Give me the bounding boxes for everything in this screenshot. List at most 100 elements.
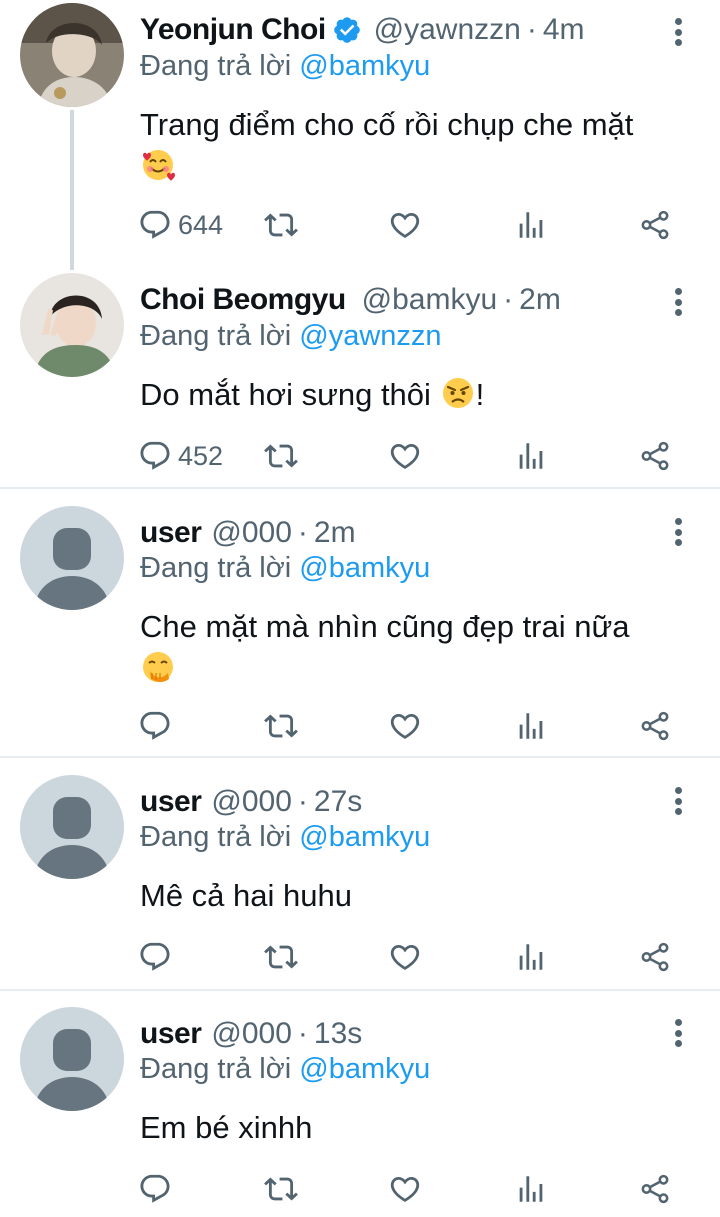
reply-button[interactable]: 644	[138, 205, 223, 245]
handle[interactable]: @000	[211, 785, 292, 819]
tweet[interactable]: user @000 · 13s Đang trả lời @bamkyu Em …	[0, 1007, 720, 1217]
reply-mention-link[interactable]: @bamkyu	[299, 552, 430, 584]
like-icon	[388, 940, 422, 974]
retweet-button[interactable]	[264, 436, 298, 476]
reply-icon	[138, 439, 172, 473]
display-name[interactable]: user	[140, 516, 202, 550]
reply-mention-link[interactable]: @yawnzzn	[299, 320, 441, 352]
analytics-icon	[514, 1172, 548, 1206]
analytics-icon	[514, 709, 548, 743]
share-button[interactable]	[638, 436, 672, 476]
like-icon	[388, 439, 422, 473]
handle[interactable]: @yawnzzn	[374, 13, 521, 47]
reply-button[interactable]: 452	[138, 436, 223, 476]
timestamp[interactable]: 4m	[543, 13, 585, 47]
smiling-face-with-hearts-icon	[143, 150, 175, 181]
more-icon[interactable]	[666, 284, 690, 320]
like-button[interactable]	[388, 706, 422, 746]
analytics-icon	[514, 208, 548, 242]
tweet[interactable]: Choi Beomgyu @bamkyu · 2m Đang trả lời @…	[0, 270, 720, 488]
tweet-actions: 644	[138, 205, 678, 245]
avatar-photo	[20, 3, 124, 107]
handle[interactable]: @000	[211, 516, 292, 550]
tweet[interactable]: user @000 · 2m Đang trả lời @bamkyu Che …	[0, 506, 720, 756]
avatar[interactable]	[20, 273, 124, 377]
reply-mention-link[interactable]: @bamkyu	[299, 1053, 430, 1085]
tweet-header: Choi Beomgyu @bamkyu · 2m	[140, 278, 561, 322]
tweet-text: Mê cả hai huhu	[140, 875, 700, 917]
timestamp[interactable]: 13s	[314, 1017, 362, 1051]
retweet-button[interactable]	[264, 1169, 298, 1209]
like-button[interactable]	[388, 205, 422, 245]
reply-icon	[138, 1172, 172, 1206]
retweet-icon	[264, 1172, 298, 1206]
separator-dot: ·	[503, 283, 514, 316]
like-button[interactable]	[388, 436, 422, 476]
timestamp[interactable]: 2m	[519, 283, 561, 317]
tweet-text-content: Mê cả hai huhu	[140, 878, 352, 913]
avatar[interactable]	[20, 1007, 124, 1111]
display-name[interactable]: user	[140, 1017, 202, 1051]
timestamp[interactable]: 2m	[314, 516, 356, 550]
reply-button[interactable]	[138, 1169, 178, 1209]
tweet-text: Do mắt hơi sưng thôi !	[140, 374, 700, 416]
tweet-text: Trang điểm cho cố rồi chụp che mặt	[140, 104, 700, 188]
default-avatar-icon	[20, 775, 124, 879]
reply-button[interactable]	[138, 706, 178, 746]
avatar[interactable]	[20, 775, 124, 879]
tweet-text-content: Che mặt mà nhìn cũng đẹp trai nữa	[140, 609, 630, 644]
replying-to: Đang trả lời @bamkyu	[140, 1053, 430, 1086]
retweet-button[interactable]	[264, 706, 298, 746]
analytics-button[interactable]	[514, 436, 548, 476]
face-with-hand-over-mouth-icon	[143, 652, 173, 682]
tweet[interactable]: user @000 · 27s Đang trả lời @bamkyu Mê …	[0, 775, 720, 990]
replying-to: Đang trả lời @bamkyu	[140, 50, 430, 83]
like-button[interactable]	[388, 1169, 422, 1209]
more-icon[interactable]	[666, 783, 690, 819]
divider	[0, 487, 720, 489]
retweet-button[interactable]	[264, 205, 298, 245]
like-icon	[388, 208, 422, 242]
retweet-button[interactable]	[264, 937, 298, 977]
more-icon[interactable]	[666, 514, 690, 550]
avatar[interactable]	[20, 506, 124, 610]
display-name[interactable]: Choi Beomgyu	[140, 283, 346, 317]
reply-mention-link[interactable]: @bamkyu	[299, 821, 430, 853]
tweet-header: user @000 · 13s	[140, 1012, 362, 1056]
more-icon[interactable]	[666, 14, 690, 50]
tweet-text-content: Do mắt hơi sưng thôi	[140, 377, 431, 412]
avatar[interactable]	[20, 3, 124, 107]
separator-dot: ·	[297, 785, 308, 818]
tweet-actions	[138, 937, 678, 977]
display-name[interactable]: Yeonjun Choi	[140, 13, 326, 47]
analytics-button[interactable]	[514, 937, 548, 977]
tweet-header: Yeonjun Choi @yawnzzn · 4m	[140, 8, 585, 52]
timestamp[interactable]: 27s	[314, 785, 362, 819]
reply-mention-link[interactable]: @bamkyu	[299, 50, 430, 82]
share-icon	[638, 940, 672, 974]
reply-button[interactable]	[138, 937, 178, 977]
avatar-photo	[20, 273, 124, 377]
share-button[interactable]	[638, 937, 672, 977]
more-icon[interactable]	[666, 1015, 690, 1051]
like-button[interactable]	[388, 937, 422, 977]
replying-to-label: Đang trả lời	[140, 50, 292, 82]
share-button[interactable]	[638, 706, 672, 746]
analytics-button[interactable]	[514, 205, 548, 245]
divider	[0, 756, 720, 758]
handle[interactable]: @bamkyu	[362, 283, 498, 317]
verified-badge-icon	[333, 17, 360, 43]
retweet-icon	[264, 439, 298, 473]
analytics-button[interactable]	[514, 706, 548, 746]
display-name[interactable]: user	[140, 785, 202, 819]
tweet-text: Che mặt mà nhìn cũng đẹp trai nữa	[140, 606, 700, 690]
tweet-actions: 452	[138, 436, 678, 476]
tweet-actions	[138, 706, 678, 746]
share-button[interactable]	[638, 205, 672, 245]
share-button[interactable]	[638, 1169, 672, 1209]
tweet[interactable]: Yeonjun Choi @yawnzzn · 4m Đang trả lời …	[0, 0, 720, 270]
tweet-text-content: Trang điểm cho cố rồi chụp che mặt	[140, 107, 634, 142]
separator-dot: ·	[297, 516, 308, 549]
analytics-button[interactable]	[514, 1169, 548, 1209]
handle[interactable]: @000	[211, 1017, 292, 1051]
